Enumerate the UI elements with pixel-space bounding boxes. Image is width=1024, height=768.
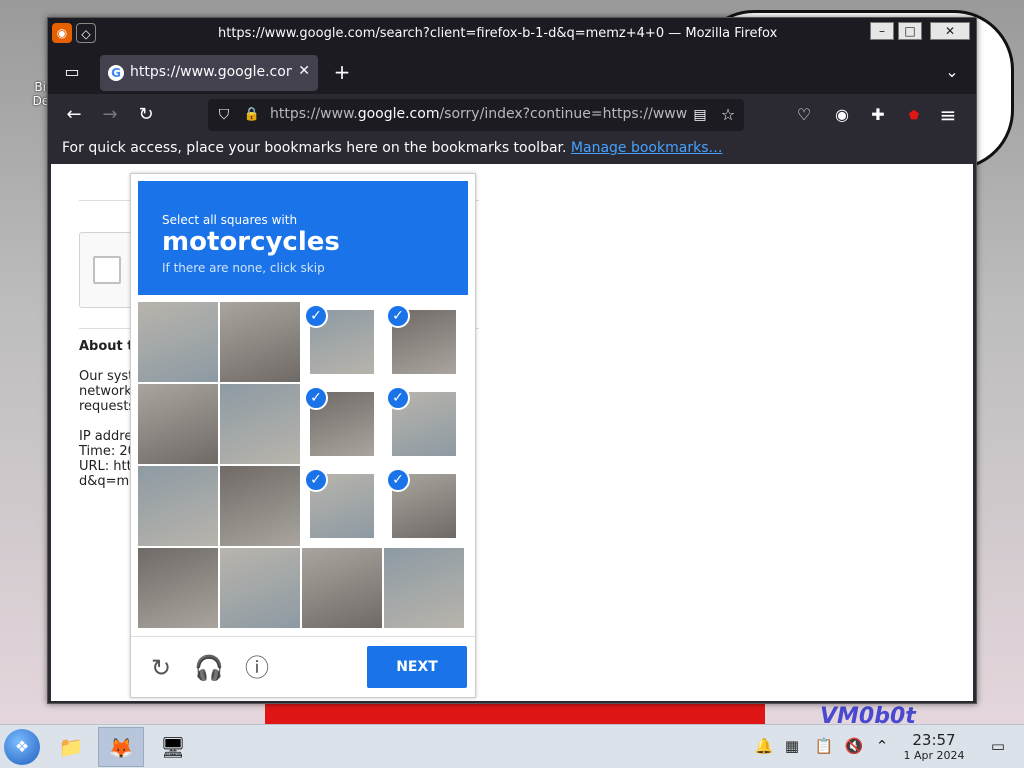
taskbar: ❖ 📁 🦊 🖥 🔔 ▦ 📋 🔇 ⌃ 23:57 1 Apr 2024 ▭ bbox=[0, 724, 1024, 768]
body-line: requests bbox=[79, 399, 136, 414]
audio-challenge-icon[interactable]: 🎧 bbox=[194, 653, 224, 683]
network-icon[interactable]: ▦ bbox=[782, 737, 802, 757]
challenge-hint: If there are none, click skip bbox=[162, 261, 325, 275]
shield-icon[interactable]: ⛉ bbox=[210, 101, 238, 129]
challenge-tile[interactable] bbox=[220, 302, 300, 382]
challenge-tile[interactable] bbox=[138, 466, 218, 546]
url-text[interactable]: https://www.google.com/sorry/index?conti… bbox=[270, 106, 690, 122]
challenge-footer: ↻ 🎧 ⓘ NEXT bbox=[131, 636, 475, 698]
challenge-tile[interactable]: ✓ bbox=[384, 384, 464, 464]
file-manager-icon[interactable]: 📁 bbox=[48, 727, 94, 767]
back-button[interactable]: ← bbox=[60, 101, 88, 129]
list-all-tabs-icon[interactable]: ⌄ bbox=[938, 58, 966, 86]
tile-image bbox=[220, 548, 300, 628]
close-window-button[interactable]: ✕ bbox=[930, 22, 970, 40]
ublock-icon[interactable]: ⬟ bbox=[900, 101, 928, 129]
manage-bookmarks-link[interactable]: Manage bookmarks… bbox=[571, 140, 723, 156]
challenge-header: Select all squares with motorcycles If t… bbox=[138, 181, 468, 295]
account-icon[interactable]: ◉ bbox=[828, 101, 856, 129]
notification-icon[interactable]: 🔔 bbox=[754, 737, 774, 757]
tab-overview-icon[interactable]: ▭ bbox=[58, 58, 86, 86]
recaptcha-checkbox[interactable] bbox=[93, 256, 121, 284]
bookmarks-message: For quick access, place your bookmarks h… bbox=[62, 140, 722, 156]
tile-image bbox=[220, 302, 300, 382]
tile-selected-check-icon: ✓ bbox=[304, 468, 328, 492]
tab-google[interactable]: G https://www.google.com/ ✕ bbox=[100, 55, 318, 91]
url-bar[interactable]: ⛉ 🔒 https://www.google.com/sorry/index?c… bbox=[208, 99, 744, 131]
challenge-tile[interactable] bbox=[138, 548, 218, 628]
terminal-icon[interactable]: 🖥 bbox=[150, 727, 196, 767]
challenge-tile[interactable] bbox=[302, 548, 382, 628]
bookmarks-hint: For quick access, place your bookmarks h… bbox=[62, 140, 567, 156]
challenge-tile[interactable] bbox=[220, 548, 300, 628]
url-suffix: /sorry/index?continue=https://www bbox=[439, 106, 688, 122]
lock-icon[interactable]: 🔒 bbox=[238, 101, 266, 129]
challenge-tile[interactable] bbox=[220, 466, 300, 546]
window-title: https://www.google.com/search?client=fir… bbox=[218, 26, 778, 41]
tile-image bbox=[138, 548, 218, 628]
tab-close-icon[interactable]: ✕ bbox=[298, 63, 310, 79]
url-domain: google.com bbox=[357, 106, 440, 122]
maximize-button[interactable]: □ bbox=[898, 22, 922, 40]
tile-selected-check-icon: ✓ bbox=[386, 386, 410, 410]
challenge-grid: ✓ ✓ ✓ ✓ ✓ ✓ bbox=[138, 302, 466, 630]
tile-image bbox=[138, 302, 218, 382]
extensions-icon[interactable]: ✚ bbox=[864, 101, 892, 129]
volume-muted-icon[interactable]: 🔇 bbox=[844, 737, 864, 757]
challenge-tile[interactable] bbox=[384, 548, 464, 628]
time-text: Time: 20 bbox=[79, 444, 136, 459]
challenge-tile[interactable]: ✓ bbox=[302, 302, 382, 382]
forward-button[interactable]: → bbox=[96, 101, 124, 129]
tray-expand-icon[interactable]: ⌃ bbox=[872, 737, 892, 757]
challenge-tile[interactable]: ✓ bbox=[384, 466, 464, 546]
tab-bar: ▭ G https://www.google.com/ ✕ + ⌄ bbox=[48, 50, 976, 94]
challenge-tile[interactable] bbox=[138, 302, 218, 382]
tile-image bbox=[138, 466, 218, 546]
menu-button[interactable]: ≡ bbox=[934, 101, 962, 129]
url-prefix: https://www. bbox=[270, 106, 358, 122]
pocket-icon[interactable]: ♡ bbox=[790, 101, 818, 129]
firefox-app-icon: ◉ bbox=[52, 23, 72, 43]
show-desktop-icon[interactable]: ▭ bbox=[988, 737, 1008, 757]
firefox-taskbar-icon[interactable]: 🦊 bbox=[98, 727, 144, 767]
body-line: network. bbox=[79, 384, 136, 399]
start-button[interactable]: ❖ bbox=[4, 729, 40, 765]
challenge-instruction: Select all squares with bbox=[162, 213, 298, 227]
challenge-tile[interactable] bbox=[138, 384, 218, 464]
tile-image bbox=[220, 384, 300, 464]
challenge-target: motorcycles bbox=[162, 227, 340, 257]
tile-selected-check-icon: ✓ bbox=[386, 468, 410, 492]
reload-button[interactable]: ↻ bbox=[132, 101, 160, 129]
minimize-button[interactable]: – bbox=[870, 22, 894, 40]
google-favicon-icon: G bbox=[108, 65, 124, 81]
reader-view-icon[interactable]: ▤ bbox=[686, 101, 714, 129]
tile-image bbox=[138, 384, 218, 464]
challenge-tile[interactable]: ✓ bbox=[302, 384, 382, 464]
challenge-tile[interactable] bbox=[220, 384, 300, 464]
bookmarks-toolbar: For quick access, place your bookmarks h… bbox=[48, 136, 976, 164]
new-tab-button[interactable]: + bbox=[328, 58, 356, 86]
navigation-bar: ← → ↻ ⛉ 🔒 https://www.google.com/sorry/i… bbox=[48, 94, 976, 136]
clipboard-icon[interactable]: 📋 bbox=[814, 737, 834, 757]
pin-icon[interactable]: ◇ bbox=[76, 23, 96, 43]
tab-label: https://www.google.com/ bbox=[130, 64, 292, 80]
challenge-tile[interactable]: ✓ bbox=[302, 466, 382, 546]
clock-time: 23:57 bbox=[912, 731, 956, 749]
next-button[interactable]: NEXT bbox=[367, 646, 467, 688]
tile-selected-check-icon: ✓ bbox=[304, 386, 328, 410]
recaptcha-challenge: Select all squares with motorcycles If t… bbox=[130, 173, 476, 698]
tile-selected-check-icon: ✓ bbox=[304, 304, 328, 328]
title-bar[interactable]: ◉ ◇ https://www.google.com/search?client… bbox=[48, 18, 976, 50]
tile-selected-check-icon: ✓ bbox=[386, 304, 410, 328]
clock[interactable]: 23:57 1 Apr 2024 bbox=[896, 731, 972, 762]
info-icon[interactable]: ⓘ bbox=[242, 653, 272, 683]
reload-challenge-icon[interactable]: ↻ bbox=[146, 653, 176, 683]
challenge-tile[interactable]: ✓ bbox=[384, 302, 464, 382]
tile-image bbox=[302, 548, 382, 628]
tile-image bbox=[220, 466, 300, 546]
clock-date: 1 Apr 2024 bbox=[903, 749, 965, 762]
tile-image bbox=[384, 548, 464, 628]
bookmark-star-icon[interactable]: ☆ bbox=[714, 101, 742, 129]
